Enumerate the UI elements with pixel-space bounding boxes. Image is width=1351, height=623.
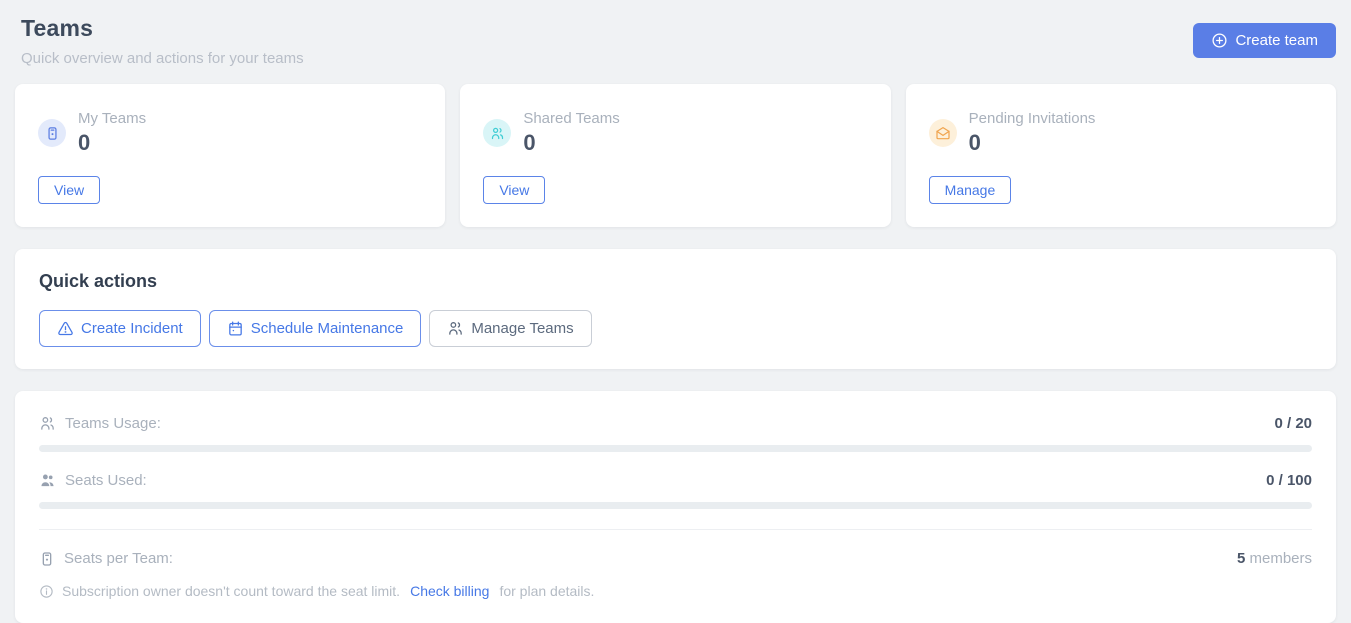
stat-label: Pending Invitations — [969, 110, 1096, 127]
teams-usage-row: Teams Usage: 0 / 20 — [39, 415, 1312, 432]
shared-teams-card: Shared Teams 0 View — [460, 84, 890, 227]
teams-usage-progressbar — [39, 445, 1312, 452]
usage-divider — [39, 529, 1312, 530]
teams-usage-label: Teams Usage: — [65, 415, 161, 432]
seats-used-value: 0 / 100 — [1266, 472, 1312, 489]
note-text: Subscription owner doesn't count toward … — [62, 583, 400, 599]
my-teams-view-button[interactable]: View — [38, 176, 100, 204]
quick-actions-panel: Quick actions Create Incident Schedule M… — [15, 249, 1336, 369]
stat-count: 0 — [969, 130, 1096, 156]
check-billing-link[interactable]: Check billing — [410, 583, 489, 599]
id-badge-icon — [38, 119, 66, 147]
create-team-button[interactable]: Create team — [1193, 23, 1336, 58]
calendar-icon — [227, 320, 244, 337]
page-header: Teams Quick overview and actions for you… — [15, 15, 1336, 67]
seats-per-team-row: Seats per Team: 5 members — [39, 550, 1312, 567]
seats-used-label: Seats Used: — [65, 472, 147, 489]
mail-open-icon — [929, 119, 957, 147]
manage-teams-button[interactable]: Manage Teams — [429, 310, 591, 347]
users-icon — [483, 119, 511, 147]
schedule-maintenance-button[interactable]: Schedule Maintenance — [209, 310, 422, 347]
stat-cards-row: My Teams 0 View Shared Teams 0 View — [15, 84, 1336, 227]
info-circle-icon — [39, 584, 54, 599]
stat-label: Shared Teams — [523, 110, 619, 127]
seats-used-row: Seats Used: 0 / 100 — [39, 472, 1312, 489]
users-icon — [447, 320, 464, 337]
seats-per-team-label: Seats per Team: — [64, 550, 173, 567]
pending-invitations-manage-button[interactable]: Manage — [929, 176, 1012, 204]
usage-panel: Teams Usage: 0 / 20 Seats Used: 0 / 100 — [15, 391, 1336, 623]
seats-per-team-value: 5 members — [1237, 550, 1312, 567]
page-title: Teams — [21, 15, 304, 42]
id-badge-icon — [39, 551, 55, 567]
my-teams-card: My Teams 0 View — [15, 84, 445, 227]
page-subtitle: Quick overview and actions for your team… — [21, 50, 304, 67]
create-incident-label: Create Incident — [81, 320, 183, 337]
users-icon — [39, 415, 56, 432]
seats-used-progressbar — [39, 502, 1312, 509]
schedule-maintenance-label: Schedule Maintenance — [251, 320, 404, 337]
plus-circle-icon — [1211, 32, 1228, 49]
alert-triangle-icon — [57, 320, 74, 337]
stat-count: 0 — [78, 130, 146, 156]
seat-limit-note: Subscription owner doesn't count toward … — [39, 583, 1312, 599]
manage-teams-label: Manage Teams — [471, 320, 573, 337]
users-filled-icon — [39, 472, 56, 489]
note-suffix: for plan details. — [499, 583, 594, 599]
stat-label: My Teams — [78, 110, 146, 127]
create-team-label: Create team — [1235, 32, 1318, 49]
quick-actions-title: Quick actions — [39, 271, 1312, 292]
header-text: Teams Quick overview and actions for you… — [21, 15, 304, 67]
stat-count: 0 — [523, 130, 619, 156]
teams-usage-value: 0 / 20 — [1274, 415, 1312, 432]
shared-teams-view-button[interactable]: View — [483, 176, 545, 204]
teams-page: Teams Quick overview and actions for you… — [0, 0, 1351, 623]
quick-actions-buttons: Create Incident Schedule Maintenance Man… — [39, 310, 1312, 347]
pending-invitations-card: Pending Invitations 0 Manage — [906, 84, 1336, 227]
create-incident-button[interactable]: Create Incident — [39, 310, 201, 347]
